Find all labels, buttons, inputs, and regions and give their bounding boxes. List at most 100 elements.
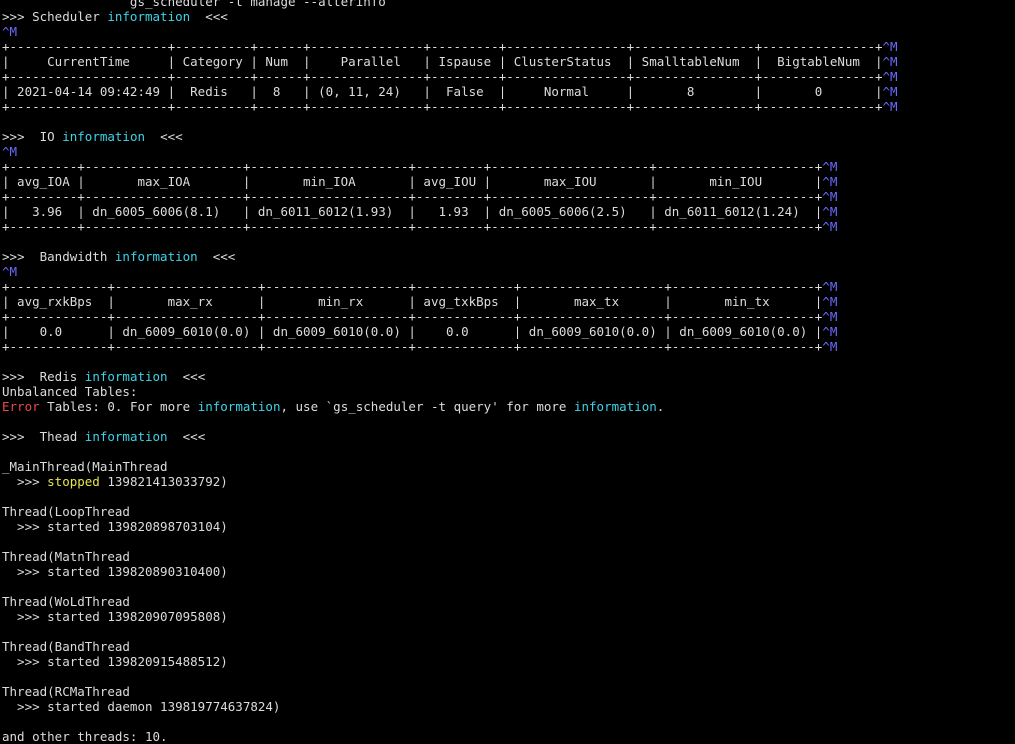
text-segment: >>> Scheduler [2,9,108,24]
text-segment: | 0.0 | dn_6009_6010(0.0) | dn_6009_6010… [2,324,823,339]
text-segment: 139821413033792) [99,474,228,489]
text-segment: Thread(MatnThread [2,549,130,564]
carriage-return-glyph: ^M [822,339,838,354]
thread-name-line: Thread(RCMaThread [2,684,1015,699]
text-segment: and other threads: 10. [2,729,168,744]
carriage-return-glyph: ^M [822,279,838,294]
text-segment: | 2021-04-14 09:42:49 | Redis | 8 | (0, … [2,84,883,99]
bandwidth-table-row: | 0.0 | dn_6009_6010(0.0) | dn_6009_6010… [2,324,1015,339]
carriage-return-marker: ^M [2,264,1015,279]
carriage-return-glyph: ^M [822,204,838,219]
command-line: gs_scheduler -t manage --alterinfo [2,0,1015,9]
carriage-return-marker: ^M [2,24,1015,39]
text-segment: information [197,399,281,414]
carriage-return-glyph: ^M [882,69,898,84]
text-segment: information [84,429,168,444]
scheduler-table-header: | CurrentTime | Category | Num | Paralle… [2,54,1015,69]
text-segment: +---------------------+----------+------… [2,69,883,84]
text-segment: +---------+---------------------+-------… [2,219,823,234]
text-segment: Thread(LoopThread [2,504,130,519]
thread-name-line: Thread(BandThread [2,639,1015,654]
text-segment: >>> started 139820907095808) [2,609,228,624]
text-segment: <<< [190,9,228,24]
io-heading: >>> IO information <<< [2,129,1015,144]
text-segment: Thread(RCMaThread [2,684,130,699]
thread-status-line: >>> stopped 139821413033792) [2,474,1015,489]
text-segment: >>> [2,474,48,489]
scheduler-heading: >>> Scheduler information <<< [2,9,1015,24]
bandwidth-table-border: +-------------+-------------------+-----… [2,339,1015,354]
carriage-return-glyph: ^M [882,39,898,54]
carriage-return-glyph: ^M [2,264,18,279]
text-segment: Thread(BandThread [2,639,130,654]
carriage-return-glyph: ^M [822,324,838,339]
text-segment: . [656,399,665,414]
io-table-header: | avg_IOA | max_IOA | min_IOA | avg_IOU … [2,174,1015,189]
text-segment: +---------------------+----------+------… [2,99,883,114]
thread-status-line: >>> started 139820890310400) [2,564,1015,579]
carriage-return-glyph: ^M [822,159,838,174]
thread-name-line: Thread(LoopThread [2,504,1015,519]
carriage-return-marker: ^M [2,144,1015,159]
text-segment: Thread(WoLdThread [2,594,130,609]
text-segment: +---------+---------------------+-------… [2,189,823,204]
text-segment: >>> started 139820890310400) [2,564,228,579]
text-segment: +---------+---------------------+-------… [2,159,823,174]
scheduler-table-border: +---------------------+----------+------… [2,39,1015,54]
io-table-border: +---------+---------------------+-------… [2,189,1015,204]
text-segment: information [573,399,657,414]
bandwidth-table-header: | avg_rxkBps | max_rx | min_rx | avg_txk… [2,294,1015,309]
redis-heading: >>> Redis information <<< [2,369,1015,384]
terminal-output: gs_scheduler -t manage --alterinfo >>> Sc… [2,0,1015,744]
text-segment: stopped [47,474,100,489]
thead-heading: >>> Thead information <<< [2,429,1015,444]
carriage-return-glyph: ^M [822,189,838,204]
thread-status-line: >>> started 139820915488512) [2,654,1015,669]
error-tables-line: Error Tables: 0. For more information, u… [2,399,1015,414]
carriage-return-glyph: ^M [822,219,838,234]
text-segment: >>> started 139820915488512) [2,654,228,669]
carriage-return-glyph: ^M [822,174,838,189]
text-segment: | CurrentTime | Category | Num | Paralle… [2,54,883,69]
text-segment: >>> started 139820898703104) [2,519,228,534]
text-segment: | 3.96 | dn_6005_6006(8.1) | dn_6011_601… [2,204,823,219]
carriage-return-glyph: ^M [2,24,18,39]
carriage-return-glyph: ^M [882,84,898,99]
scheduler-table-border: +---------------------+----------+------… [2,69,1015,84]
text-segment: information [84,369,168,384]
text-segment: information [114,249,198,264]
text-segment: | avg_IOA | max_IOA | min_IOA | avg_IOU … [2,174,823,189]
text-segment: >>> IO [2,129,63,144]
text-segment: +-------------+-------------------+-----… [2,309,823,324]
text-segment: >>> Bandwidth [2,249,115,264]
text-segment: information [107,9,191,24]
thread-name-line: Thread(WoLdThread [2,594,1015,609]
text-segment: >>> Thead [2,429,85,444]
bandwidth-heading: >>> Bandwidth information <<< [2,249,1015,264]
text-segment: +---------------------+----------+------… [2,39,883,54]
text-segment: <<< [167,429,206,444]
text-segment: | avg_rxkBps | max_rx | min_rx | avg_txk… [2,294,823,309]
carriage-return-glyph: ^M [822,309,838,324]
unbalanced-tables-line: Unbalanced Tables: [2,384,1015,399]
text-segment: +-------------+-------------------+-----… [2,279,823,294]
thread-name-line: Thread(MatnThread [2,549,1015,564]
text-segment: <<< [145,129,183,144]
carriage-return-glyph: ^M [882,99,898,114]
text-segment: Unbalanced Tables: [2,384,138,399]
text-segment: Tables: 0. For more [39,399,198,414]
scheduler-table-row: | 2021-04-14 09:42:49 | Redis | 8 | (0, … [2,84,1015,99]
text-segment: Error [2,399,40,414]
bandwidth-table-border: +-------------+-------------------+-----… [2,309,1015,324]
io-table-row: | 3.96 | dn_6005_6006(8.1) | dn_6011_601… [2,204,1015,219]
thread-status-line: >>> started daemon 139819774637824) [2,699,1015,714]
